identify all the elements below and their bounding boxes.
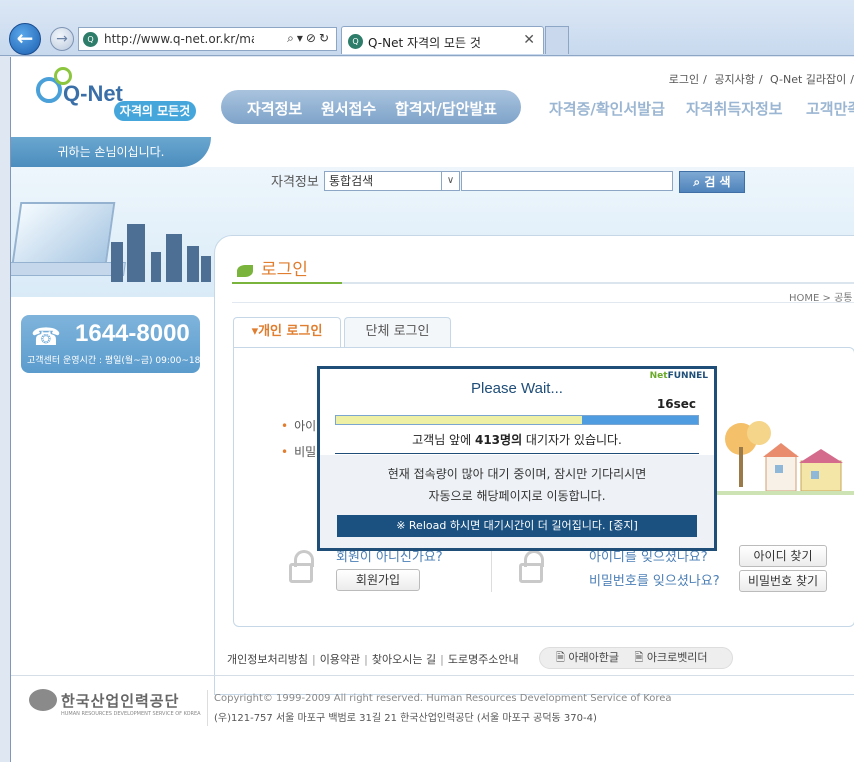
nav-item-application[interactable]: 원서접수 [321, 98, 376, 119]
tab-personal-login[interactable]: ▾개인 로그인 [233, 317, 341, 347]
find-password-button[interactable]: 비밀번호 찾기 [739, 570, 827, 592]
forward-arrow-icon[interactable]: → [50, 27, 74, 51]
footer-divider [11, 675, 854, 676]
search-input[interactable] [461, 171, 673, 191]
hwp-icon: 🗎 [556, 651, 565, 664]
lock-icon [519, 550, 544, 583]
lock-icon [289, 550, 314, 583]
tab-group-login[interactable]: 단체 로그인 [344, 317, 451, 347]
logo-text: Q-Net [63, 81, 123, 106]
footer-link-road-address[interactable]: 도로명주소안내 [448, 653, 519, 666]
util-link-notice[interactable]: 공지사항 [710, 73, 758, 86]
reload-stop-button[interactable]: ※ Reload 하시면 대기시간이 더 길어집니다. [중지] [337, 515, 697, 537]
postal-address: (우)121-757 서울 마포구 백범로 31길 21 한국산업인력공단 (서… [214, 713, 597, 724]
nav-item-qualification-info[interactable]: 자격정보 [247, 98, 302, 119]
search-label: 자격정보 [271, 175, 319, 190]
search-button[interactable]: ⌕ 검 색 [679, 171, 745, 193]
wait-message-line2: 자동으로 해당페이지로 이동합니다. [428, 489, 606, 503]
new-tab-button[interactable] [545, 26, 569, 54]
queue-mid: 의 [511, 433, 523, 447]
search-button-label: 검 색 [704, 175, 731, 189]
find-id-button[interactable]: 아이디 찾기 [739, 545, 827, 567]
page-title: 로그인 [237, 255, 308, 280]
viewer-acrobat-link[interactable]: 아크로벳리더 [647, 651, 708, 664]
call-center-number: 1644-8000 [75, 320, 190, 347]
call-center-hours: 고객센터 운영시간 : 평일(월~금) 09:00~18:00 [27, 356, 215, 366]
greeting-bar: 귀하는 손님이십니다. [11, 137, 211, 167]
wait-message-line1: 현재 접속량이 많아 대기 중이며, 잠시만 기다리시면 [387, 467, 647, 481]
laptop-illustration [11, 202, 116, 264]
queue-message: 고객님 앞에 413명의 대기자가 있습니다. [320, 431, 714, 448]
tab-title: Q-Net 자격의 모든 것 [368, 36, 481, 50]
address-url[interactable]: http://www.q-net.or.kr/mai [104, 32, 254, 46]
title-divider [232, 282, 854, 284]
nav-item-customer[interactable]: 고객만족 [806, 98, 854, 119]
util-link-login[interactable]: 로그인 [665, 73, 703, 86]
org-name: 한국산업인력공단 [61, 691, 180, 710]
forgot-pw-question: 비밀번호를 잊으셨나요? [589, 574, 720, 589]
nav-item-certificate[interactable]: 자격증/확인서발급 [549, 98, 665, 119]
wait-timer: 16sec [656, 397, 696, 411]
utility-nav: 로그인 / 공지사항 / Q-Net 길라잡이 / [665, 71, 854, 87]
viewer-hwp-link[interactable]: 아래아한글 [568, 651, 619, 664]
queue-count: 413명 [474, 433, 512, 447]
viewer-downloads: 🗎 아래아한글 🗎 아크로벳리더 [539, 647, 733, 669]
address-tools-icons[interactable]: ⌕▾⊘↻ [287, 31, 332, 46]
browser-chrome: ← → Q http://www.q-net.or.kr/mai ⌕▾⊘↻ Q … [0, 0, 854, 56]
nav-item-holder-info[interactable]: 자격취득자정보 [686, 98, 783, 119]
telephone-icon: ☎ [31, 323, 61, 351]
chevron-down-icon[interactable]: ∨ [441, 172, 459, 190]
tab-close-icon[interactable]: ✕ [523, 32, 535, 48]
pdf-icon: 🗎 [634, 651, 644, 664]
main-nav: 자격정보 원서접수 합격자/답안발표 [221, 90, 521, 124]
footer-vertical-divider [207, 690, 208, 726]
wait-title: Please Wait... [471, 380, 563, 397]
browser-tab[interactable]: Q Q-Net 자격의 모든 것 ✕ [341, 26, 544, 54]
logo-slogan: 자격의 모든것 [114, 101, 196, 121]
copyright: Copyright© 1999-2009 All right reserved.… [214, 693, 672, 704]
leaf-icon [237, 264, 253, 277]
tab-personal-login-label: 개인 로그인 [258, 324, 323, 339]
footer-link-directions[interactable]: 찾아오시는 길 [372, 653, 436, 666]
tab-favicon-icon: Q [348, 34, 363, 49]
queue-prefix: 고객님 앞에 [412, 433, 475, 447]
city-illustration [111, 222, 211, 282]
nav-item-results[interactable]: 합격자/답안발표 [395, 98, 497, 119]
org-logo-mark-icon [29, 689, 57, 711]
util-link-guide[interactable]: Q-Net 길라잡이 [766, 73, 850, 86]
search-select-value: 통합검색 [329, 174, 374, 188]
footer-link-privacy[interactable]: 개인정보처리방침 [227, 653, 308, 666]
netfunnel-wait-dialog: NetFUNNEL Please Wait... 16sec 고객님 앞에 41… [317, 366, 717, 551]
dialog-divider [335, 453, 699, 454]
call-center-box: ☎ 1644-8000 고객센터 운영시간 : 평일(월~금) 09:00~18… [21, 315, 215, 373]
join-button[interactable]: 회원가입 [336, 569, 420, 591]
queue-suffix: 대기자가 있습니다. [522, 433, 622, 447]
houses-illustration [711, 421, 854, 495]
search-icon: ⌕ [693, 175, 701, 189]
breadcrumb-divider [232, 302, 854, 303]
page-title-text: 로그인 [261, 260, 308, 280]
site-favicon-icon: Q [83, 32, 98, 47]
wait-progress-bar [335, 415, 699, 425]
org-eng-name: HUMAN RESOURCES DEVELOPMENT SERVICE OF K… [61, 711, 201, 717]
address-bar[interactable]: Q http://www.q-net.or.kr/mai ⌕▾⊘↻ [78, 27, 337, 51]
back-arrow-icon[interactable]: ← [9, 23, 41, 55]
qnet-logo-mark-icon [36, 67, 72, 103]
footer-links: 개인정보처리방침 | 이용약관 | 찾아오시는 길 | 도로명주소안내 [227, 653, 519, 666]
org-logo: 한국산업인력공단 HUMAN RESOURCES DEVELOPMENT SER… [29, 689, 201, 717]
wait-progress-fill [336, 416, 583, 424]
footer-link-terms[interactable]: 이용약관 [320, 653, 360, 666]
search-category-select[interactable]: 통합검색 ∨ [324, 171, 460, 191]
